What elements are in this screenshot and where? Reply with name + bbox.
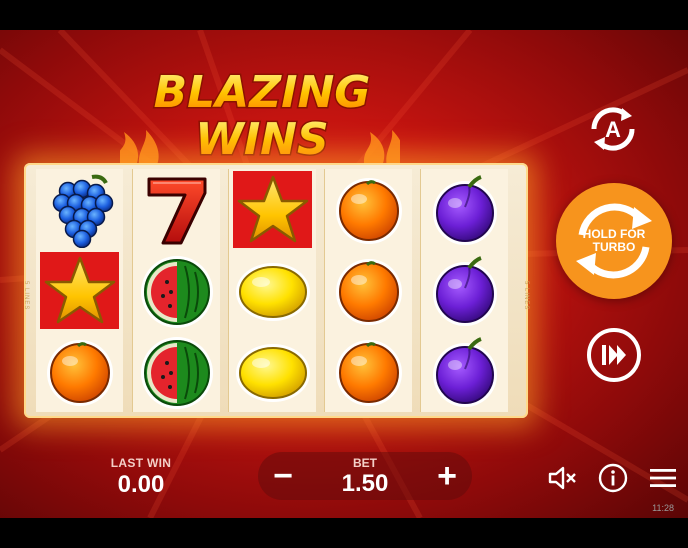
- last-win-value: 0.00: [117, 471, 165, 498]
- orange-icon: [47, 340, 113, 406]
- bet-selector: − BET 1.50 +: [258, 452, 472, 500]
- lines-label-left: 5 LINES: [23, 281, 29, 311]
- clock: 11:28: [652, 503, 674, 513]
- autoplay-button[interactable]: A: [582, 98, 644, 160]
- lines-label-right: 5 LINES: [523, 281, 529, 311]
- reel-symbol: [421, 169, 508, 250]
- plum-icon: [433, 175, 497, 245]
- info-icon: [598, 463, 628, 493]
- reel-symbol: [36, 169, 123, 250]
- watermelon-icon: [141, 256, 213, 328]
- watermelon-icon: [141, 337, 213, 409]
- reel-symbol: [325, 331, 412, 412]
- reel-3: [228, 169, 316, 412]
- game-area: BLAZING WINS 5 LINES 5 LINES A HOLD FOR T…: [0, 30, 688, 518]
- last-win-panel: LAST WIN 0.00: [96, 456, 186, 499]
- reel-symbol: [229, 331, 316, 412]
- grapes-icon: [52, 174, 114, 248]
- lemon-icon: [236, 344, 310, 402]
- reel-symbol: [325, 250, 412, 331]
- star-icon: [233, 171, 312, 248]
- orange-icon: [336, 259, 402, 325]
- reel-symbol: [421, 250, 508, 331]
- bet-decrease-button[interactable]: −: [258, 452, 308, 500]
- reel-symbol: [229, 250, 316, 331]
- turbo-label-line1: HOLD FOR: [582, 227, 646, 241]
- reel-symbol: [421, 331, 508, 412]
- turbo-label: HOLD FOR TURBO: [556, 183, 672, 299]
- orange-icon: [336, 178, 402, 244]
- quick-spin-button[interactable]: [585, 326, 643, 384]
- seven-icon: [147, 177, 207, 245]
- last-win-label: LAST WIN: [110, 456, 172, 470]
- logo-line1: BLAZING: [154, 67, 371, 118]
- bottom-bar: LAST WIN 0.00 − BET 1.50 +: [0, 440, 688, 518]
- fast-forward-icon: [587, 328, 641, 382]
- reel-symbol: [325, 169, 412, 250]
- turbo-label-line2: TURBO: [592, 240, 636, 254]
- plum-icon: [433, 337, 497, 407]
- reel-symbol: [36, 331, 123, 412]
- reel-5: [420, 169, 508, 412]
- reels-frame: 5 LINES 5 LINES: [23, 163, 529, 418]
- sound-muted-icon: [548, 466, 576, 490]
- reel-2: [132, 169, 220, 412]
- reel-symbol: [133, 169, 220, 250]
- reel-4: [324, 169, 412, 412]
- bet-value: 1.50: [341, 470, 389, 497]
- star-icon: [40, 252, 119, 329]
- reel-symbol: [133, 331, 220, 412]
- autoplay-icon: A: [591, 107, 635, 151]
- reel-symbol: [36, 250, 123, 331]
- reel-symbol: [229, 169, 316, 250]
- orange-icon: [336, 340, 402, 406]
- reel-1: [36, 169, 123, 412]
- lemon-icon: [236, 263, 310, 321]
- bet-increase-button[interactable]: +: [422, 452, 472, 500]
- bet-label: BET: [353, 456, 377, 470]
- hold-for-turbo-button[interactable]: HOLD FOR TURBO: [556, 183, 672, 299]
- menu-button[interactable]: [647, 462, 679, 494]
- menu-icon: [650, 469, 676, 487]
- bet-display: BET 1.50: [318, 456, 412, 498]
- info-button[interactable]: [597, 462, 629, 494]
- autoplay-letter: A: [605, 117, 621, 142]
- sound-button[interactable]: [546, 462, 578, 494]
- logo-line2: WINS: [195, 114, 328, 165]
- plum-icon: [433, 256, 497, 326]
- reel-symbol: [133, 250, 220, 331]
